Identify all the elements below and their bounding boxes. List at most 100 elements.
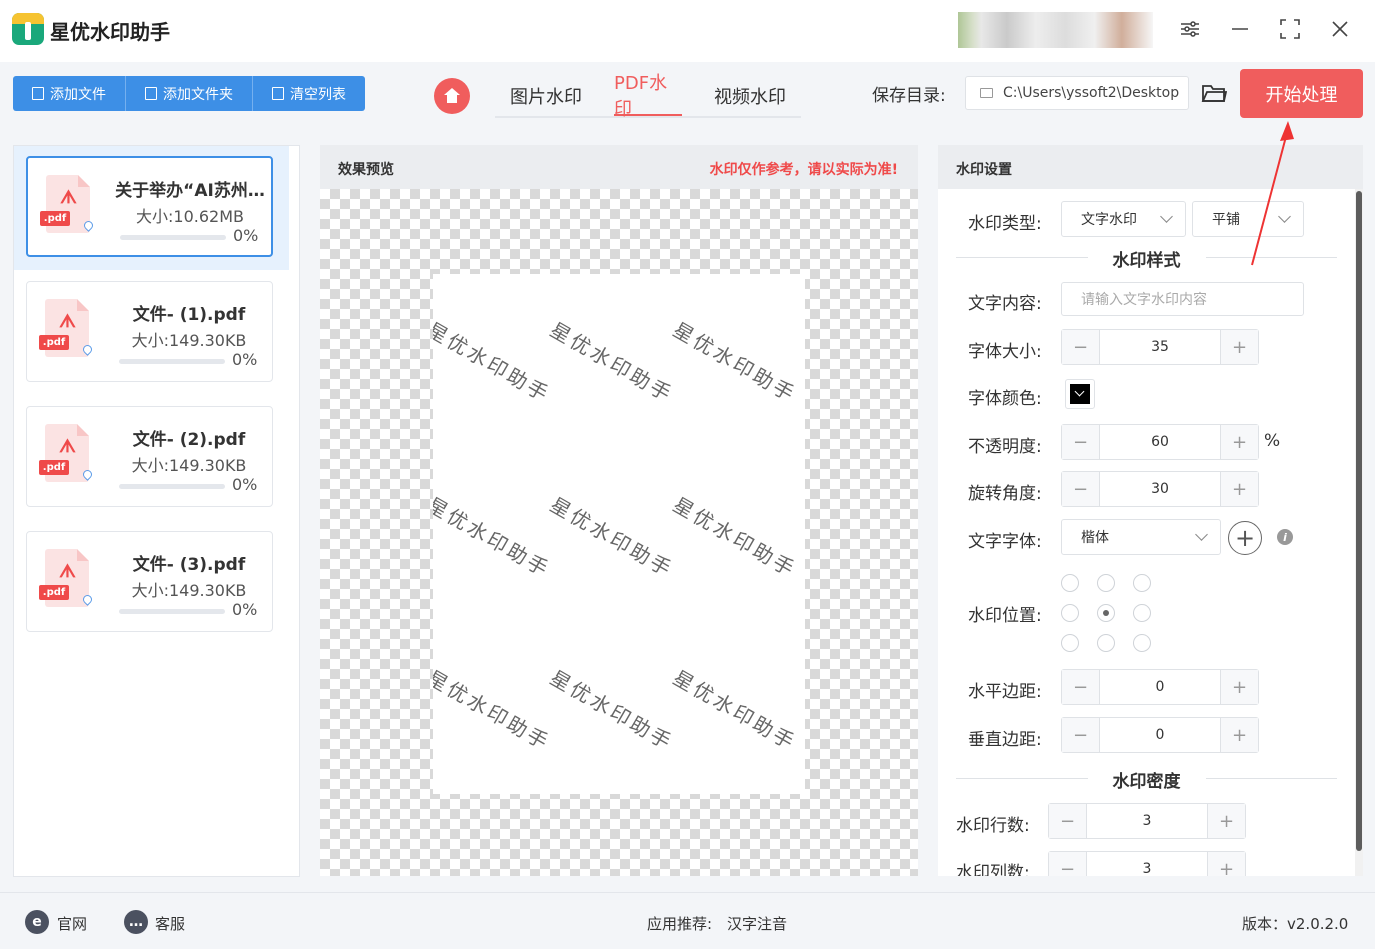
file-name: 文件- (2).pdf <box>132 430 246 450</box>
version-label: 版本：v2.0.2.0 <box>1242 915 1349 933</box>
info-icon[interactable]: i <box>1277 529 1293 545</box>
rows-stepper[interactable]: − 3 + <box>1048 803 1246 839</box>
cols-stepper[interactable]: − 3 + <box>1048 851 1246 876</box>
file-item[interactable]: ᗑ .pdf 文件- (1).pdf 大小:149.30KB 0% <box>26 281 273 382</box>
position-bottom-center[interactable] <box>1097 634 1115 652</box>
settings-title: 水印设置 <box>956 162 1012 178</box>
decrement-button[interactable]: − <box>1062 670 1099 704</box>
font-size-stepper[interactable]: − 35 + <box>1061 329 1259 365</box>
add-file-button[interactable]: 添加文件 <box>13 76 126 111</box>
ie-icon[interactable]: e <box>25 910 49 934</box>
save-dir-label: 保存目录: <box>872 86 946 106</box>
rotation-stepper[interactable]: − 30 + <box>1061 471 1259 507</box>
watermark-type-select[interactable]: 文字水印 <box>1061 201 1186 237</box>
clear-list-button[interactable]: 清空列表 <box>253 76 365 111</box>
decrement-button[interactable]: − <box>1049 852 1086 876</box>
content-label: 文字内容: <box>968 294 1042 314</box>
transparent-background: 星优水印助手 星优水印助手 星优水印助手 星优水印助手 星优水印助手 星优水印助… <box>320 189 918 876</box>
increment-button[interactable]: + <box>1221 670 1258 704</box>
file-name: 关于举办“AI苏州… <box>115 181 265 201</box>
folder-icon[interactable] <box>1201 82 1228 104</box>
preview-note: 水印仅作参考，请以实际为准! <box>709 162 898 178</box>
rows-label: 水印行数: <box>956 816 1030 836</box>
font-color-label: 字体颜色: <box>968 389 1042 409</box>
scrollbar-thumb[interactable] <box>1356 191 1362 851</box>
preview-page: 星优水印助手 星优水印助手 星优水印助手 星优水印助手 星优水印助手 星优水印助… <box>433 274 805 794</box>
position-center[interactable] <box>1097 604 1115 622</box>
v-margin-label: 垂直边距: <box>968 730 1042 750</box>
home-button[interactable] <box>434 78 470 114</box>
maximize-icon[interactable] <box>1275 14 1305 44</box>
tab-video-watermark[interactable]: 视频水印 <box>699 76 801 116</box>
minimize-icon[interactable] <box>1225 14 1255 44</box>
increment-button[interactable]: + <box>1221 330 1258 364</box>
start-processing-button[interactable]: 开始处理 <box>1240 69 1363 118</box>
save-dir-field[interactable]: C:\Users\yssoft2\Desktop <box>965 76 1189 110</box>
increment-button[interactable]: + <box>1221 472 1258 506</box>
watermark-text: 星优水印助手 <box>669 492 801 583</box>
chat-icon[interactable]: … <box>124 910 148 934</box>
close-icon[interactable] <box>1325 14 1355 44</box>
file-name: 文件- (3).pdf <box>132 555 246 575</box>
add-folder-button[interactable]: 添加文件夹 <box>126 76 253 111</box>
font-size-label: 字体大小: <box>968 342 1042 362</box>
progress-bar <box>119 484 225 489</box>
position-bottom-left[interactable] <box>1061 634 1079 652</box>
increment-button[interactable]: + <box>1208 852 1245 876</box>
v-margin-stepper[interactable]: − 0 + <box>1061 717 1259 753</box>
position-middle-right[interactable] <box>1133 604 1151 622</box>
file-size: 大小:149.30KB <box>131 331 247 350</box>
watermark-text: 星优水印助手 <box>433 317 555 408</box>
tab-pdf-watermark[interactable]: PDF水印 <box>614 73 682 120</box>
folder-small-icon <box>980 88 993 98</box>
annotation-arrow <box>1251 121 1294 266</box>
decrement-button[interactable]: − <box>1062 718 1099 752</box>
file-size: 大小:149.30KB <box>131 581 247 600</box>
h-margin-stepper[interactable]: − 0 + <box>1061 669 1259 705</box>
increment-button[interactable]: + <box>1221 718 1258 752</box>
watermark-text: 星优水印助手 <box>546 492 678 583</box>
mode-tabs: 图片水印 PDF水印 视频水印 <box>495 73 801 120</box>
watermark-text: 星优水印助手 <box>669 317 801 408</box>
file-list: ᗑ .pdf 关于举办“AI苏州… 大小:10.62MB 0% ᗑ .pdf 文件-… <box>13 145 300 877</box>
decrement-button[interactable]: − <box>1062 425 1099 459</box>
file-item[interactable]: ᗑ .pdf 关于举办“AI苏州… 大小:10.62MB 0% <box>26 156 273 257</box>
recommend-app-link[interactable]: 汉字注音 <box>727 913 787 934</box>
progress-percent: 0% <box>232 350 258 369</box>
tab-image-watermark[interactable]: 图片水印 <box>495 76 597 116</box>
add-font-button[interactable]: + <box>1228 521 1262 555</box>
app-title: 星优水印助手 <box>50 20 170 44</box>
increment-button[interactable]: + <box>1208 804 1245 838</box>
support-link[interactable]: 客服 <box>155 913 185 934</box>
position-bottom-right[interactable] <box>1133 634 1151 652</box>
decrement-button[interactable]: − <box>1062 330 1099 364</box>
progress-percent: 0% <box>232 600 258 619</box>
decrement-button[interactable]: − <box>1049 804 1086 838</box>
position-top-left[interactable] <box>1061 574 1079 592</box>
watermark-text: 星优水印助手 <box>546 317 678 408</box>
font-family-select[interactable]: 楷体 <box>1061 519 1221 555</box>
file-button-group: 添加文件 添加文件夹 清空列表 <box>13 76 365 111</box>
font-color-picker[interactable] <box>1065 379 1095 409</box>
file-item[interactable]: ᗑ .pdf 文件- (3).pdf 大小:149.30KB 0% <box>26 531 273 632</box>
decrement-button[interactable]: − <box>1062 472 1099 506</box>
progress-bar <box>120 235 226 240</box>
position-top-center[interactable] <box>1097 574 1115 592</box>
watermark-text-input[interactable]: 请输入文字水印内容 <box>1061 282 1304 316</box>
recommend-label: 应用推荐: <box>647 915 713 933</box>
increment-button[interactable]: + <box>1221 425 1258 459</box>
website-link[interactable]: 官网 <box>57 913 87 934</box>
position-middle-left[interactable] <box>1061 604 1079 622</box>
title-bar: 星优水印助手 <box>0 0 1375 62</box>
pdf-file-icon: ᗑ .pdf <box>40 175 96 239</box>
progress-bar <box>119 609 225 614</box>
position-top-right[interactable] <box>1133 574 1151 592</box>
user-avatar[interactable] <box>958 12 1153 48</box>
preview-title: 效果预览 <box>338 162 394 178</box>
cols-label: 水印列数: <box>956 863 1030 876</box>
file-item[interactable]: ᗑ .pdf 文件- (2).pdf 大小:149.30KB 0% <box>26 406 273 507</box>
file-size: 大小:10.62MB <box>136 207 244 226</box>
settings-icon[interactable] <box>1175 14 1205 44</box>
opacity-stepper[interactable]: − 60 + <box>1061 424 1259 460</box>
chevron-down-icon <box>1195 528 1208 541</box>
